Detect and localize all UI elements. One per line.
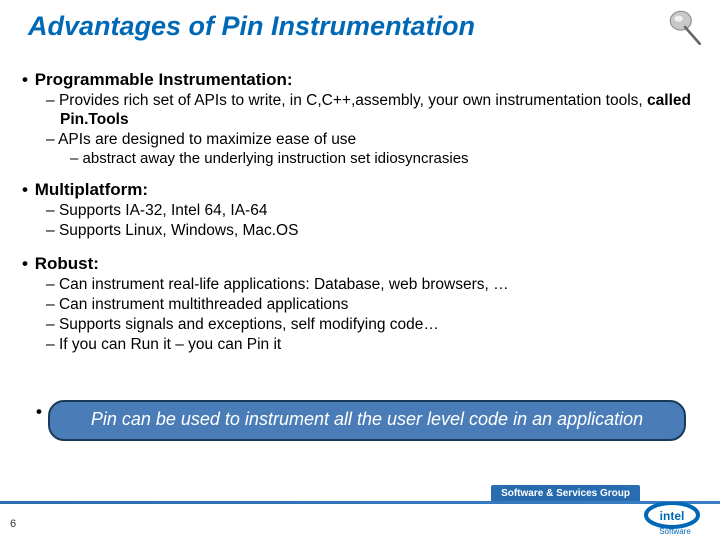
list-item: Can instrument real-life applications: D…	[60, 276, 692, 295]
bullet-marker: •	[36, 402, 42, 422]
item-text: Provides rich set of APIs to write, in C…	[59, 92, 647, 109]
svg-text:intel: intel	[660, 509, 685, 523]
svg-text:Software: Software	[659, 527, 691, 536]
slide-title: Advantages of Pin Instrumentation	[28, 12, 692, 42]
intel-logo: intel Software	[644, 502, 706, 536]
section-heading: Multiplatform:	[36, 180, 692, 200]
list-item: Supports IA-32, Intel 64, IA-64	[60, 202, 692, 221]
list-item: APIs are designed to maximize ease of us…	[60, 131, 692, 150]
section-heading: Robust:	[36, 254, 692, 274]
list-item: Can instrument multithreaded application…	[60, 296, 692, 315]
footer-stripe	[0, 501, 720, 504]
footer: Software & Services Group intel Software…	[0, 492, 720, 540]
page-number: 6	[10, 518, 16, 530]
footer-text: Software & Services Group	[501, 488, 630, 499]
slide-content: Programmable Instrumentation: Provides r…	[28, 70, 692, 355]
list-item: Supports Linux, Windows, Mac.OS	[60, 222, 692, 241]
list-item: Supports signals and exceptions, self mo…	[60, 316, 692, 335]
slide: Advantages of Pin Instrumentation Progra…	[0, 0, 720, 540]
list-item: Provides rich set of APIs to write, in C…	[60, 92, 692, 130]
section-heading: Programmable Instrumentation:	[36, 70, 692, 90]
highlight-box: Pin can be used to instrument all the us…	[48, 400, 686, 441]
sub-item: abstract away the underlying instruction…	[84, 150, 692, 168]
list-item: If you can Run it – you can Pin it	[60, 336, 692, 355]
pushpin-icon	[664, 6, 706, 48]
